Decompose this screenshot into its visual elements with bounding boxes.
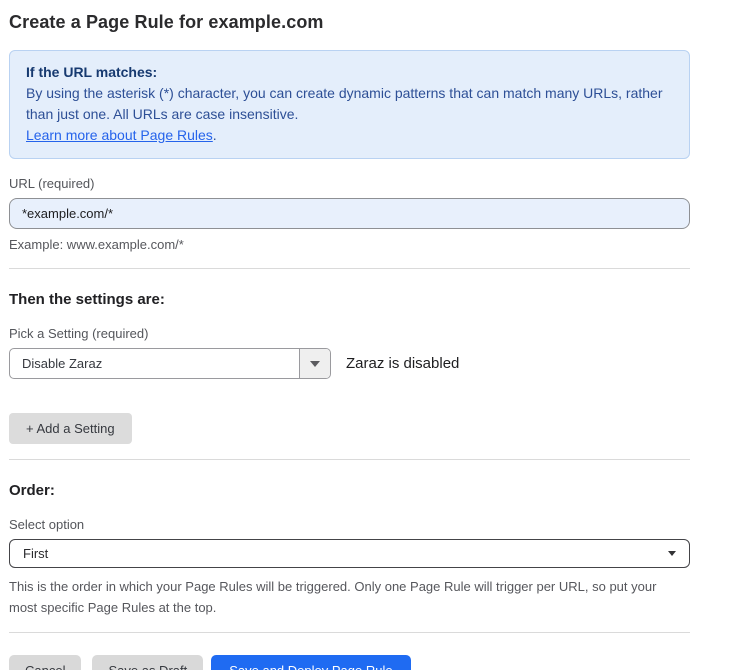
order-select[interactable]: First [9,539,690,568]
url-example-helper: Example: www.example.com/* [9,235,690,255]
info-box-heading: If the URL matches: [26,62,673,83]
add-setting-button[interactable]: + Add a Setting [9,413,132,444]
divider [9,459,690,460]
footer-actions: Cancel Save as Draft Save and Deploy Pag… [9,655,690,670]
chevron-down-icon [310,361,320,367]
setting-dropdown-arrow-button[interactable] [299,349,330,378]
order-select-label: Select option [9,517,690,532]
order-section-heading: Order: [9,482,690,499]
save-as-draft-button[interactable]: Save as Draft [92,655,203,670]
cancel-button[interactable]: Cancel [9,655,81,670]
save-and-deploy-button[interactable]: Save and Deploy Page Rule [211,655,410,670]
divider [9,632,690,633]
setting-dropdown[interactable]: Disable Zaraz [9,348,331,379]
setting-row: Disable Zaraz Zaraz is disabled [9,348,690,379]
url-match-info-box: If the URL matches: By using the asteris… [9,50,690,159]
link-suffix: . [213,127,217,143]
order-helper-text: This is the order in which your Page Rul… [9,576,681,618]
page-rule-form: Create a Page Rule for example.com If th… [0,0,750,670]
page-title: Create a Page Rule for example.com [9,12,690,33]
settings-section-heading: Then the settings are: [9,291,690,308]
divider [9,268,690,269]
order-select-value: First [23,546,668,561]
chevron-down-icon [668,551,676,556]
url-field-label: URL (required) [9,176,690,191]
url-input[interactable] [9,198,690,229]
setting-dropdown-value: Disable Zaraz [10,349,299,378]
info-box-body: By using the asterisk (*) character, you… [26,83,673,125]
learn-more-link[interactable]: Learn more about Page Rules [26,127,213,143]
pick-setting-label: Pick a Setting (required) [9,326,690,341]
info-box-link-line: Learn more about Page Rules. [26,125,673,146]
setting-status-text: Zaraz is disabled [346,355,459,372]
